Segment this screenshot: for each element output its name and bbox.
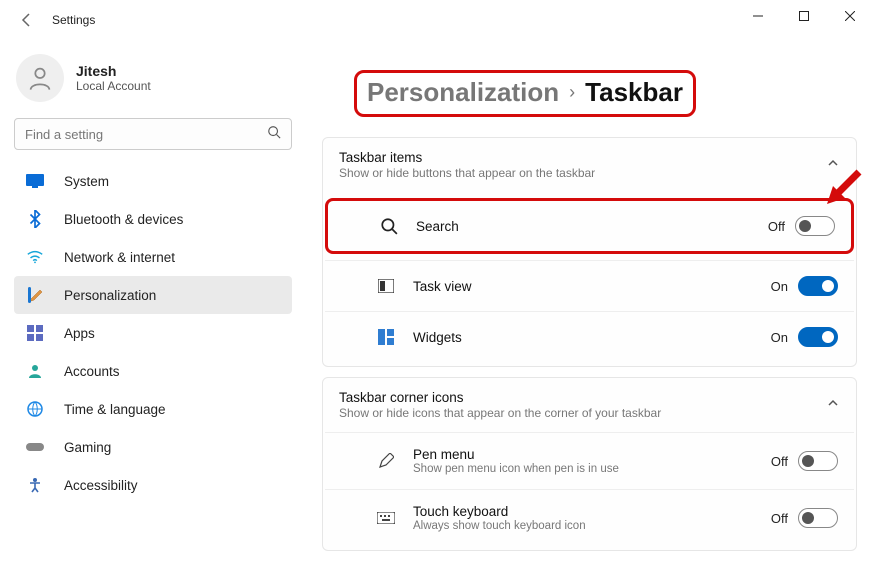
section-desc: Show or hide buttons that appear on the … xyxy=(339,166,595,180)
search-input[interactable] xyxy=(25,127,267,142)
search-icon xyxy=(378,215,400,237)
window-title: Settings xyxy=(52,13,95,27)
sidebar-item-accessibility[interactable]: Accessibility xyxy=(14,466,292,504)
toggle-state: On xyxy=(771,330,788,345)
nav-list: System Bluetooth & devices Network & int… xyxy=(14,162,292,504)
row-desc: Always show touch keyboard icon xyxy=(413,520,771,532)
row-taskview: Task view On xyxy=(325,260,854,311)
sidebar-item-label: Accounts xyxy=(64,364,120,379)
maximize-icon xyxy=(799,11,809,21)
sidebar-item-label: Apps xyxy=(64,326,95,341)
bluetooth-icon xyxy=(24,208,46,230)
row-label: Pen menu xyxy=(413,447,771,462)
sidebar-item-personalization[interactable]: Personalization xyxy=(14,276,292,314)
toggle-search[interactable] xyxy=(795,216,835,236)
profile-subtitle: Local Account xyxy=(76,79,151,93)
globe-icon xyxy=(24,398,46,420)
row-label: Search xyxy=(416,219,768,234)
sidebar-item-label: Bluetooth & devices xyxy=(64,212,183,227)
search-icon xyxy=(267,125,281,144)
row-label: Touch keyboard xyxy=(413,504,771,519)
sidebar-item-network[interactable]: Network & internet xyxy=(14,238,292,276)
back-button[interactable] xyxy=(12,5,42,35)
row-touch-keyboard: Touch keyboard Always show touch keyboar… xyxy=(325,489,854,546)
monitor-icon xyxy=(24,170,46,192)
sidebar-item-label: Personalization xyxy=(64,288,156,303)
toggle-state: On xyxy=(771,279,788,294)
paintbrush-icon xyxy=(24,284,46,306)
section-desc: Show or hide icons that appear on the co… xyxy=(339,406,661,420)
breadcrumb-current: Taskbar xyxy=(585,77,683,108)
section-header-taskbar-items[interactable]: Taskbar items Show or hide buttons that … xyxy=(323,138,856,192)
section-title: Taskbar items xyxy=(339,150,595,165)
sidebar-item-label: System xyxy=(64,174,109,189)
pen-icon xyxy=(375,450,397,472)
wifi-icon xyxy=(24,246,46,268)
row-pen-menu: Pen menu Show pen menu icon when pen is … xyxy=(325,432,854,489)
sidebar-item-bluetooth[interactable]: Bluetooth & devices xyxy=(14,200,292,238)
toggle-state: Off xyxy=(768,219,785,234)
row-label: Widgets xyxy=(413,330,771,345)
content-area: Personalization › Taskbar Taskbar items … xyxy=(300,40,873,561)
sidebar-item-time[interactable]: Time & language xyxy=(14,390,292,428)
sidebar-item-accounts[interactable]: Accounts xyxy=(14,352,292,390)
toggle-state: Off xyxy=(771,454,788,469)
profile-block[interactable]: Jitesh Local Account xyxy=(14,54,292,102)
sidebar-item-label: Gaming xyxy=(64,440,111,455)
toggle-widgets[interactable] xyxy=(798,327,838,347)
sidebar-item-label: Time & language xyxy=(64,402,166,417)
sidebar-item-apps[interactable]: Apps xyxy=(14,314,292,352)
chevron-right-icon: › xyxy=(569,82,575,103)
section-title: Taskbar corner icons xyxy=(339,390,661,405)
breadcrumb-parent[interactable]: Personalization xyxy=(367,77,559,108)
profile-name: Jitesh xyxy=(76,63,151,79)
annotation-arrow xyxy=(823,168,863,213)
close-button[interactable] xyxy=(827,0,873,32)
chevron-up-icon xyxy=(826,396,840,415)
row-label: Task view xyxy=(413,279,771,294)
search-box[interactable] xyxy=(14,118,292,150)
toggle-state: Off xyxy=(771,511,788,526)
row-desc: Show pen menu icon when pen is in use xyxy=(413,463,771,475)
row-widgets: Widgets On xyxy=(325,311,854,362)
breadcrumb: Personalization › Taskbar xyxy=(354,70,696,117)
keyboard-icon xyxy=(375,507,397,529)
account-icon xyxy=(24,360,46,382)
apps-icon xyxy=(24,322,46,344)
minimize-icon xyxy=(753,11,763,21)
section-taskbar-items: Taskbar items Show or hide buttons that … xyxy=(322,137,857,367)
maximize-button[interactable] xyxy=(781,0,827,32)
toggle-pen[interactable] xyxy=(798,451,838,471)
sidebar-item-label: Network & internet xyxy=(64,250,175,265)
arrow-left-icon xyxy=(19,12,35,28)
accessibility-icon xyxy=(24,474,46,496)
widgets-icon xyxy=(375,326,397,348)
close-icon xyxy=(845,11,855,21)
person-icon xyxy=(26,64,54,92)
sidebar-item-gaming[interactable]: Gaming xyxy=(14,428,292,466)
toggle-touch[interactable] xyxy=(798,508,838,528)
sidebar-item-label: Accessibility xyxy=(64,478,138,493)
toggle-taskview[interactable] xyxy=(798,276,838,296)
section-corner-icons: Taskbar corner icons Show or hide icons … xyxy=(322,377,857,551)
row-search: Search Off xyxy=(325,198,854,254)
sidebar-item-system[interactable]: System xyxy=(14,162,292,200)
minimize-button[interactable] xyxy=(735,0,781,32)
title-bar: Settings xyxy=(0,0,873,40)
section-header-corner-icons[interactable]: Taskbar corner icons Show or hide icons … xyxy=(323,378,856,432)
avatar xyxy=(16,54,64,102)
gaming-icon xyxy=(24,436,46,458)
sidebar: Jitesh Local Account System Bluetooth & … xyxy=(0,40,300,561)
taskview-icon xyxy=(375,275,397,297)
